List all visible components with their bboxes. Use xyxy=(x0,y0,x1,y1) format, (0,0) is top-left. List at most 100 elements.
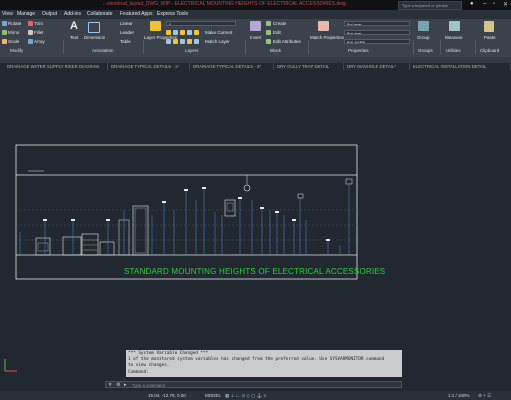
lineweight-dropdown[interactable]: BYLAYER xyxy=(344,39,410,44)
group-button[interactable]: Group xyxy=(417,35,430,40)
linear-button[interactable]: Linear xyxy=(120,21,133,26)
accessory-symbol xyxy=(71,219,75,221)
model-space-toggle[interactable]: MODEL xyxy=(205,393,221,398)
layer-tool-icon[interactable] xyxy=(187,30,192,35)
menu-express-tools[interactable]: Express Tools xyxy=(157,11,188,17)
close-icon[interactable]: ✕ xyxy=(503,1,508,8)
layer-tool-icon[interactable] xyxy=(180,30,185,35)
annotation-scale[interactable]: 1:1 / 100% xyxy=(448,393,470,398)
match-layer-button[interactable]: Match Layer xyxy=(205,39,230,44)
command-history-line: *** System Variable Changed *** xyxy=(128,351,209,356)
close-command-icon[interactable]: ✕ xyxy=(108,382,112,388)
create-block-icon xyxy=(266,21,271,26)
text-icon[interactable]: A xyxy=(70,21,80,32)
panel-label-clipboard[interactable]: Clipboard xyxy=(480,48,499,53)
layer-tool-icon[interactable] xyxy=(194,30,199,35)
panel-label-utilities[interactable]: Utilities xyxy=(446,48,461,53)
edit-block-button[interactable]: Edit xyxy=(273,30,281,35)
insert-icon[interactable] xyxy=(250,21,261,31)
menu-collaborate[interactable]: Collaborate xyxy=(87,11,113,17)
group-icon[interactable] xyxy=(418,21,429,31)
status-bar: 15.04, -12.78, 0.00 MODEL ▦ ⊥ ∟ ⊙ ◇ ▢ ⚓ … xyxy=(0,391,511,400)
dimension-icon[interactable] xyxy=(88,22,100,33)
fitting-box xyxy=(297,193,304,199)
tab-drawing[interactable]: DRAINAGE TYPICAL DETAILS - 2* xyxy=(190,63,274,70)
command-history-line: 1 of the monitored system variables has … xyxy=(128,357,385,362)
make-current-button[interactable]: Make Current xyxy=(205,30,232,35)
menu-view[interactable]: View xyxy=(2,11,13,17)
menu-output[interactable]: Output xyxy=(42,11,57,17)
distribution-board xyxy=(224,199,236,217)
panel-label-properties[interactable]: Properties xyxy=(348,48,369,53)
scale-icon xyxy=(2,39,7,44)
tab-drawing[interactable]: ELECTRICAL INSTALLATION DETAIL xyxy=(410,63,511,70)
user-icon[interactable]: ● xyxy=(470,1,474,7)
edit-attributes-button[interactable]: Edit Attributes xyxy=(273,39,301,44)
menu-add-ins[interactable]: Add-ins xyxy=(64,11,81,17)
drawing-title: STANDARD MOUNTING HEIGHTS OF ELECTRICAL … xyxy=(124,267,386,276)
workspace-icon[interactable]: ⚙ + ☰ xyxy=(478,393,491,399)
paste-button[interactable]: Paste xyxy=(484,35,496,40)
color-dropdown[interactable]: ByLayer xyxy=(344,21,410,26)
menu-featured-apps[interactable]: Featured Apps xyxy=(120,11,153,17)
maximize-icon[interactable]: ▫ xyxy=(493,1,495,7)
layer-tool-icon[interactable] xyxy=(173,39,178,44)
fillet-button[interactable]: Fillet xyxy=(34,30,44,35)
panel-divider xyxy=(440,40,441,54)
panel-label-block[interactable]: Block xyxy=(270,48,281,53)
dimension-button[interactable]: Dimension xyxy=(84,35,105,40)
layer-tool-icon[interactable] xyxy=(187,39,192,44)
scale-button[interactable]: Scale xyxy=(8,39,19,44)
layer-tool-icon[interactable] xyxy=(166,39,171,44)
drawing-canvas[interactable]: STANDARD MOUNTING HEIGHTS OF ELECTRICAL … xyxy=(0,70,511,380)
panel-divider xyxy=(475,40,476,54)
layer-dropdown[interactable]: 0 xyxy=(166,21,236,26)
measure-icon[interactable] xyxy=(449,21,460,31)
text-button[interactable]: Text xyxy=(70,35,78,40)
tab-drawing[interactable]: DRY MANHOLE DETAIL* xyxy=(344,63,410,70)
paste-icon[interactable] xyxy=(484,21,494,32)
accessory-symbols xyxy=(43,187,330,241)
linetype-dropdown[interactable]: ByLayer xyxy=(344,30,410,35)
dimension-lines xyxy=(19,185,350,255)
minimize-icon[interactable]: – xyxy=(483,1,486,7)
create-block-button[interactable]: Create xyxy=(273,21,287,26)
match-properties-button[interactable]: Match Properties xyxy=(310,35,344,40)
table-button[interactable]: Table xyxy=(120,39,131,44)
accessory-symbol xyxy=(202,187,206,189)
command-line[interactable]: ✕ ⚙ ▸ Type a command xyxy=(105,381,402,388)
search-box[interactable]: Type a keyword or phrase xyxy=(398,1,462,10)
ribbon: Rotate Trim Mirror Fillet Scale Array Mo… xyxy=(0,19,511,57)
door-panel xyxy=(134,207,147,254)
leader-button[interactable]: Leader xyxy=(120,30,134,35)
match-properties-icon[interactable] xyxy=(318,21,329,31)
rotate-icon xyxy=(2,21,7,26)
insert-button[interactable]: Insert xyxy=(250,35,261,40)
grid-icon[interactable]: ▦ ⊥ ∟ ⊙ ◇ ▢ ⚓ ≡ xyxy=(225,393,266,399)
layer-tool-icon[interactable] xyxy=(194,39,199,44)
tab-drawing[interactable]: DRY GULLY TRAP DETAIL xyxy=(274,63,344,70)
menu-manage[interactable]: Manage xyxy=(17,11,35,17)
panel-label-modify[interactable]: Modify xyxy=(10,48,23,53)
panel-label-groups[interactable]: Groups xyxy=(418,48,433,53)
panel-divider xyxy=(63,40,64,54)
accessory-symbol xyxy=(43,219,47,221)
layer-tool-icon[interactable] xyxy=(180,39,185,44)
mirror-button[interactable]: Mirror xyxy=(8,30,20,35)
layer-tool-icon[interactable] xyxy=(166,30,171,35)
accessory-symbol xyxy=(292,219,296,221)
trim-button[interactable]: Trim xyxy=(34,21,43,26)
panel-label-annotation[interactable]: Annotation xyxy=(92,48,114,53)
command-history: *** System Variable Changed *** 1 of the… xyxy=(126,350,402,377)
rotate-button[interactable]: Rotate xyxy=(8,21,21,26)
panel-label-layers[interactable]: Layers xyxy=(185,48,199,53)
layer-properties-icon[interactable] xyxy=(150,21,161,31)
command-input[interactable]: Type a command xyxy=(132,383,165,388)
tab-drawing[interactable]: DRAINAGE TYPICAL DETAILS - 1* xyxy=(108,63,190,70)
measure-button[interactable]: Measure xyxy=(445,35,463,40)
tab-drawing[interactable]: DRAINAGE WATER SUPPLY RISER DIAGRAM xyxy=(4,63,108,70)
array-button[interactable]: Array xyxy=(34,39,45,44)
drawing-svg[interactable] xyxy=(0,70,511,380)
customize-icon[interactable]: ⚙ xyxy=(116,382,120,388)
layer-tool-icon[interactable] xyxy=(173,30,178,35)
